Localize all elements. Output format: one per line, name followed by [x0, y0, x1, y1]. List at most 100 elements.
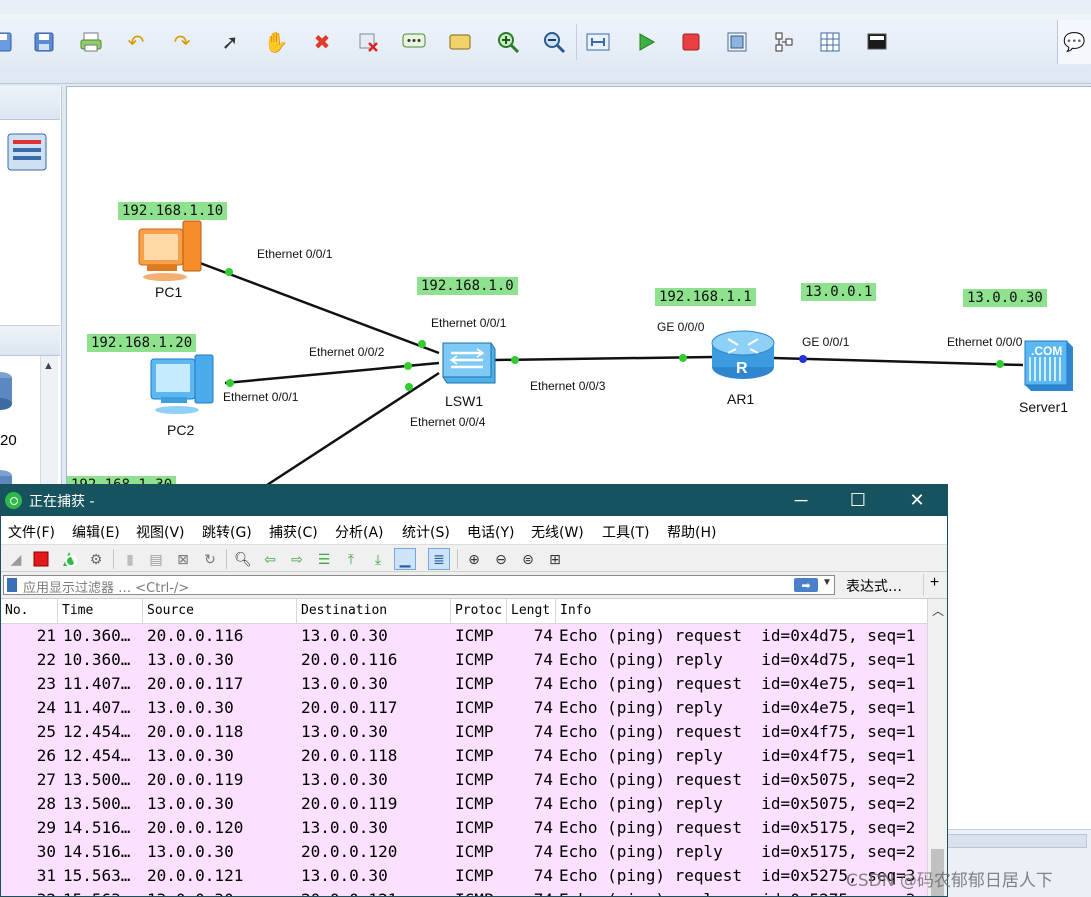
first-packet-icon[interactable]: ⤒ — [340, 548, 362, 570]
packet-list-scrollbar[interactable]: ︿ — [927, 599, 947, 896]
ar1-device-icon[interactable]: R — [710, 325, 776, 388]
pc2-device-icon[interactable] — [147, 353, 217, 422]
display-filter-input[interactable]: 应用显示过滤器 … <Ctrl-/> ➡ ▼ — [3, 575, 835, 596]
grid-icon[interactable] — [816, 28, 844, 56]
find-packet-icon[interactable]: 🔍︎ — [232, 548, 254, 570]
packet-row[interactable]: 30 14.516… 13.0.0.30 20.0.0.120 ICMP 74 Echo (… — [1, 840, 927, 864]
go-back-icon[interactable]: ⇦ — [259, 548, 281, 570]
cell-no: 25 — [36, 722, 56, 741]
menu-go[interactable]: 跳转(G) — [202, 522, 252, 542]
close-file-icon[interactable]: ⊠ — [172, 548, 194, 570]
fit-view-icon[interactable] — [584, 28, 612, 56]
menu-tools[interactable]: 工具(T) — [602, 522, 649, 542]
last-packet-icon[interactable]: ⤓ — [367, 548, 389, 570]
stop-device-icon[interactable] — [677, 28, 705, 56]
lsw1-ip-label: 192.168.1.0 — [417, 277, 518, 295]
packet-row[interactable]: 22 10.360… 13.0.0.30 20.0.0.116 ICMP 74 Echo (… — [1, 648, 927, 672]
normal-size-icon[interactable]: ⊜ — [517, 548, 539, 570]
undo-icon[interactable]: ↶ — [122, 28, 150, 56]
device-model-icon[interactable] — [0, 370, 14, 417]
go-forward-icon[interactable]: ⇨ — [286, 548, 308, 570]
menu-wireless[interactable]: 无线(W) — [531, 522, 584, 542]
packet-row[interactable]: 25 12.454… 20.0.0.118 13.0.0.30 ICMP 74 Echo (… — [1, 720, 927, 744]
packet-row[interactable]: 31 15.563… 20.0.0.121 13.0.0.30 ICMP 74 Echo (… — [1, 864, 927, 888]
colorize-icon[interactable]: ≣ — [428, 548, 450, 570]
delete-link-icon[interactable] — [354, 28, 382, 56]
delete-icon[interactable]: ✖ — [308, 28, 336, 56]
chevron-up-icon[interactable]: ︿ — [932, 602, 944, 619]
hand-pan-icon[interactable]: ✋ — [262, 28, 290, 56]
add-filter-button[interactable]: + — [923, 574, 945, 596]
packet-row[interactable]: 26 12.454… 13.0.0.30 20.0.0.118 ICMP 74 Echo (… — [1, 744, 927, 768]
zoom-in-icon[interactable] — [494, 28, 522, 56]
go-to-packet-icon[interactable]: ☰ — [313, 548, 335, 570]
menu-statistics[interactable]: 统计(S) — [402, 522, 450, 542]
maximize-button[interactable]: ☐ — [844, 488, 872, 512]
menu-capture[interactable]: 捕获(C) — [269, 522, 318, 542]
column-header-protocol[interactable]: Protoc — [451, 599, 507, 624]
packet-row[interactable]: 29 14.516… 20.0.0.120 13.0.0.30 ICMP 74 Echo (… — [1, 816, 927, 840]
start-capture-icon[interactable]: ◢ — [5, 548, 27, 570]
menu-analyze[interactable]: 分析(A) — [335, 522, 384, 542]
apply-filter-icon[interactable]: ➡ — [794, 578, 818, 592]
chevron-down-icon[interactable]: ▼ — [822, 577, 832, 588]
packet-row[interactable]: 23 11.407… 20.0.0.117 13.0.0.30 ICMP 74 Echo (… — [1, 672, 927, 696]
reload-icon[interactable]: ↻ — [199, 548, 221, 570]
packet-row[interactable]: 21 10.360… 20.0.0.116 13.0.0.30 ICMP 74 Echo (… — [1, 624, 927, 648]
column-header-no[interactable]: No. — [1, 599, 58, 624]
device-model-label: 20 — [0, 432, 17, 449]
capture-icon[interactable] — [723, 28, 751, 56]
zoom-out-icon[interactable] — [540, 28, 568, 56]
open-file-icon[interactable]: ▮ — [119, 548, 141, 570]
menu-help[interactable]: 帮助(H) — [667, 522, 716, 542]
column-header-length[interactable]: Lengt — [507, 599, 556, 624]
packet-row[interactable]: 32 15.563… 13.0.0.30 20.0.0.121 ICMP74 Echo (… — [1, 888, 927, 896]
close-button[interactable]: ✕ — [903, 488, 931, 512]
column-header-source[interactable]: Source — [143, 599, 297, 624]
print-icon[interactable] — [77, 28, 105, 56]
text-note-icon[interactable] — [400, 28, 428, 56]
minimize-button[interactable]: ─ — [787, 488, 815, 512]
bookmark-icon[interactable] — [7, 578, 17, 592]
menu-view[interactable]: 视图(V) — [136, 522, 185, 542]
zoom-out-icon[interactable]: ⊖ — [490, 548, 512, 570]
lsw1-device-icon[interactable] — [437, 333, 497, 394]
console-icon[interactable] — [863, 28, 891, 56]
save-as-icon[interactable] — [0, 28, 16, 56]
wireshark-titlebar[interactable]: 正在捕获 - ─ ☐ ✕ — [1, 485, 947, 516]
save-icon[interactable] — [30, 28, 58, 56]
pc1-device-icon[interactable] — [137, 217, 207, 288]
packet-row[interactable]: 27 13.500… 20.0.0.119 13.0.0.30 ICMP 74 Echo (… — [1, 768, 927, 792]
menu-telephony[interactable]: 电话(Y) — [467, 522, 514, 542]
restart-capture-icon[interactable] — [58, 548, 80, 570]
menu-file[interactable]: 文件(F) — [8, 522, 55, 542]
column-header-time[interactable]: Time — [58, 599, 143, 624]
rectangle-icon[interactable] — [446, 28, 474, 56]
server1-device-icon[interactable]: .COM — [1021, 333, 1077, 400]
column-header-destination[interactable]: Destination — [297, 599, 451, 624]
column-header-info[interactable]: Info — [556, 599, 927, 624]
topology-icon[interactable] — [770, 28, 798, 56]
capture-options-icon[interactable]: ⚙ — [85, 548, 107, 570]
cell-protocol: ICMP — [455, 866, 494, 885]
menu-edit[interactable]: 编辑(E) — [72, 522, 120, 542]
packet-row[interactable]: 28 13.500… 13.0.0.30 20.0.0.119 ICMP 74 Echo (… — [1, 792, 927, 816]
resize-columns-icon[interactable]: ⊞ — [544, 548, 566, 570]
pc1-ip-label: 192.168.1.10 — [118, 202, 228, 220]
pc2-ip-label: 192.168.1.20 — [87, 334, 197, 352]
expression-button[interactable]: 表达式… — [846, 576, 902, 596]
scroll-up-icon[interactable]: ▲ — [43, 360, 54, 372]
chat-icon[interactable]: 💬 — [1057, 20, 1091, 64]
zoom-in-icon[interactable]: ⊕ — [463, 548, 485, 570]
lsw1-port3-label: Ethernet 0/0/3 — [530, 379, 606, 393]
cell-protocol: ICMP — [455, 626, 494, 645]
select-pointer-icon[interactable]: ➚ — [216, 28, 244, 56]
stop-capture-icon[interactable] — [30, 548, 52, 570]
packet-row[interactable]: 24 11.407… 13.0.0.30 20.0.0.117 ICMP 74 Echo (… — [1, 696, 927, 720]
canvas-scrollbar[interactable] — [947, 834, 1087, 848]
redo-icon[interactable]: ↷ — [168, 28, 196, 56]
auto-scroll-icon[interactable]: ▁ — [394, 548, 416, 570]
start-device-icon[interactable] — [632, 28, 660, 56]
device-firewall-icon[interactable] — [6, 132, 48, 177]
save-file-icon[interactable]: ▤ — [145, 548, 167, 570]
